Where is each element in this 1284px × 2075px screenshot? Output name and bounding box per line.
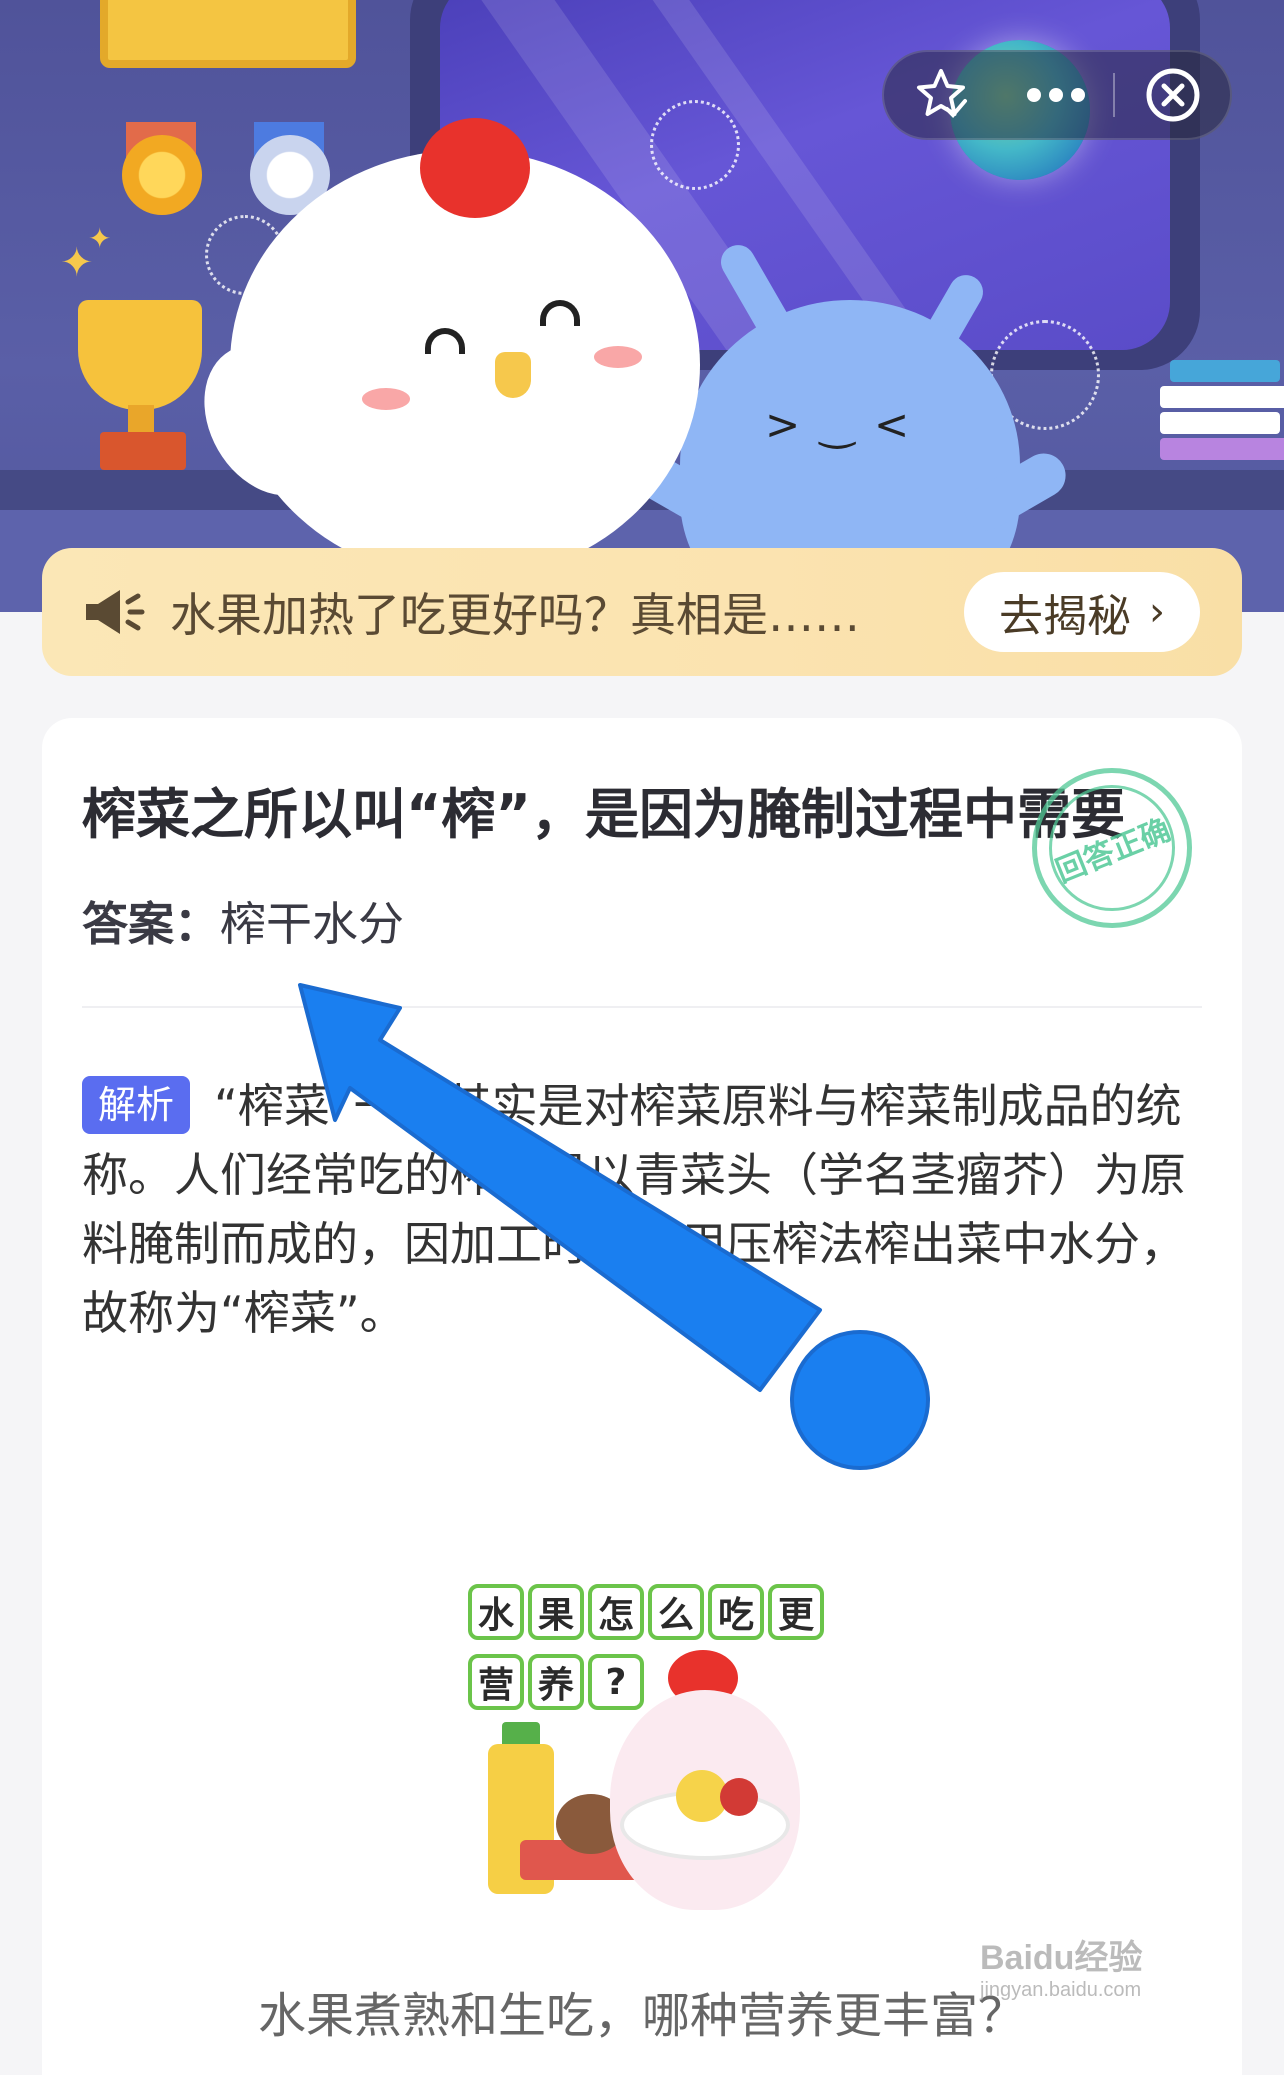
title-tile: 水 bbox=[468, 1584, 524, 1640]
star-check-icon bbox=[917, 69, 968, 118]
notice-bar[interactable]: 水果加热了吃更好吗？真相是…… 去揭秘 › bbox=[42, 548, 1242, 676]
watermark-brand: Baidu经验 bbox=[980, 1939, 1143, 1977]
close-circle-icon bbox=[1146, 68, 1200, 122]
award-plaque bbox=[100, 0, 356, 68]
mini-program-capsule bbox=[882, 50, 1232, 140]
books-illustration bbox=[1160, 360, 1284, 470]
title-tile: ? bbox=[588, 1654, 644, 1710]
close-button[interactable] bbox=[1115, 50, 1230, 140]
watermark-url: jingyan.baidu.com bbox=[980, 1979, 1142, 2001]
title-tile: 养 bbox=[528, 1654, 584, 1710]
section-divider bbox=[82, 1006, 1202, 1008]
gold-medal-icon bbox=[122, 135, 202, 215]
answer-line: 答案：榨干水分 bbox=[82, 888, 404, 954]
chevron-right-icon: › bbox=[1149, 589, 1165, 635]
title-tile: 更 bbox=[768, 1584, 824, 1640]
title-tile: 么 bbox=[648, 1584, 704, 1640]
analysis-tag: 解析 bbox=[82, 1076, 191, 1134]
analysis-section: 解析 “榨菜”一词其实是对榨菜原料与榨菜制成品的统称。人们经常吃的榨菜是以青菜头（… bbox=[82, 1072, 1212, 1348]
title-tile: 怎 bbox=[588, 1584, 644, 1640]
title-tile: 营 bbox=[468, 1654, 524, 1710]
watermark: Baidu经验 jingyan.baidu.com bbox=[980, 1930, 1142, 2002]
more-button[interactable] bbox=[999, 50, 1114, 140]
trophy-icon bbox=[78, 300, 202, 410]
favorite-button[interactable] bbox=[884, 50, 999, 140]
reveal-button-label: 去揭秘 bbox=[999, 591, 1131, 642]
answer-value: 榨干水分 bbox=[220, 897, 404, 951]
notice-text: 水果加热了吃更好吗？真相是…… bbox=[170, 588, 860, 642]
reveal-button[interactable]: 去揭秘 › bbox=[964, 572, 1200, 652]
megaphone-icon bbox=[86, 590, 145, 634]
cherry-fruit bbox=[720, 1778, 758, 1816]
more-dots-icon bbox=[1027, 88, 1085, 102]
stamp-text: 回答正确 bbox=[1051, 812, 1176, 890]
title-tile: 吃 bbox=[708, 1584, 764, 1640]
answer-label: 答案： bbox=[82, 897, 220, 951]
title-tile: 果 bbox=[528, 1584, 584, 1640]
analysis-text: “榨菜”一词其实是对榨菜原料与榨菜制成品的统称。人们经常吃的榨菜是以青菜头（学名… bbox=[82, 1079, 1186, 1340]
